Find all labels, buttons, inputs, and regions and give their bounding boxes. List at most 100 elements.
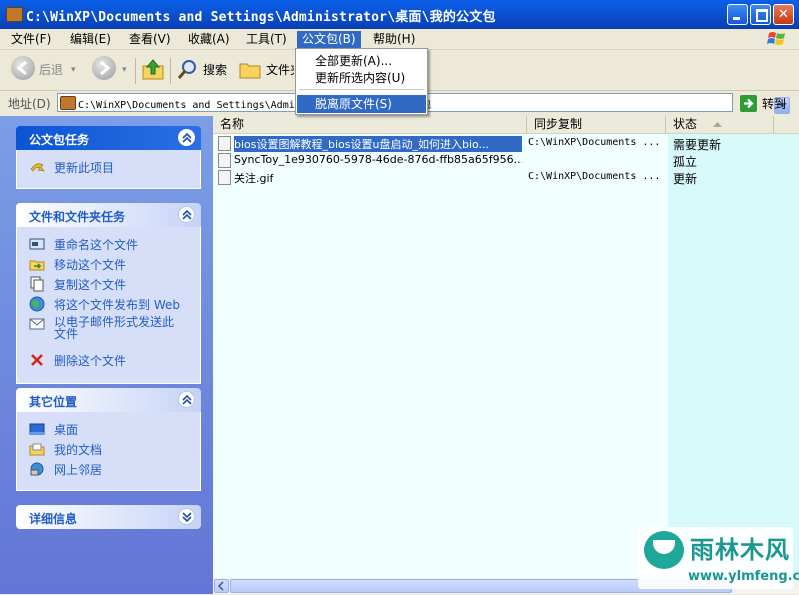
- globe-icon: [29, 296, 45, 312]
- maximize-button[interactable]: [750, 4, 771, 25]
- image-file-icon: [218, 170, 231, 185]
- task-label: 重命名这个文件: [54, 238, 139, 252]
- menu-favorites[interactable]: 收藏(A): [187, 31, 231, 48]
- task-label: 复制这个文件: [54, 278, 127, 292]
- briefcase-icon: [60, 96, 76, 110]
- delete-icon: [31, 354, 43, 366]
- search-icon[interactable]: [176, 58, 200, 82]
- folders-icon[interactable]: [238, 59, 262, 81]
- go-button-label[interactable]: 转到: [762, 95, 786, 112]
- file-tasks-panel: 文件和文件夹任务 重命名这个文件 移动这个文件 复制这个文件 将这个文件发布到 …: [16, 203, 201, 384]
- panel-title: 其它位置: [29, 395, 78, 409]
- briefcase-menu-dropdown: 全部更新(A)... 更新所选内容(U) 脱离原文件(S): [295, 48, 428, 115]
- minimize-button[interactable]: [727, 4, 748, 25]
- task-label: 更新此项目: [54, 161, 115, 175]
- toolbar-separator: [135, 58, 136, 84]
- watermark-url: www.ylmfeng.com: [688, 569, 799, 584]
- panel-header[interactable]: 其它位置: [16, 388, 201, 412]
- chevron-left-icon: [217, 581, 224, 591]
- forward-arrow-icon[interactable]: [92, 56, 116, 80]
- file-name[interactable]: bios设置图解教程_bios设置u盘启动_如何进入bio...: [234, 136, 522, 152]
- file-name[interactable]: 关注.gif: [234, 170, 522, 186]
- move-icon: [29, 260, 45, 271]
- file-status: 更新: [673, 172, 698, 186]
- briefcase-tasks-panel: 公文包任务 更新此项目: [16, 126, 201, 189]
- minimize-icon: [728, 5, 747, 24]
- menu-item-split-from-original[interactable]: 脱离原文件(S): [297, 95, 426, 113]
- file-sync-copy: C:\WinXP\Documents ...: [528, 171, 661, 182]
- copy-icon: [30, 276, 44, 292]
- sort-ascending-icon: [713, 122, 722, 127]
- column-header-status[interactable]: 状态: [666, 116, 774, 134]
- file-icon: [218, 136, 231, 151]
- column-header-sync[interactable]: 同步复制: [527, 116, 666, 134]
- table-row[interactable]: SyncToy_1e930760-5978-46de-876d-ffb85a65…: [213, 152, 799, 169]
- panel-header[interactable]: 文件和文件夹任务: [16, 203, 201, 227]
- menu-edit[interactable]: 编辑(E): [69, 31, 112, 48]
- panel-title: 公文包任务: [29, 133, 90, 147]
- dat-file-icon: [218, 153, 231, 168]
- collapse-chevron-icon[interactable]: [178, 206, 195, 223]
- file-name[interactable]: SyncToy_1e930760-5978-46de-876d-ffb85a65…: [234, 153, 522, 166]
- back-button-label[interactable]: 后退: [39, 56, 63, 84]
- desktop-icon: [29, 423, 45, 435]
- menu-file[interactable]: 文件(F): [10, 31, 52, 48]
- watermark: 雨林木风 www.ylmfeng.com: [638, 527, 799, 589]
- briefcase-icon: [6, 7, 23, 22]
- menu-separator: [299, 89, 424, 90]
- file-status: 需要更新: [673, 138, 722, 152]
- collapse-chevron-icon[interactable]: [178, 129, 195, 146]
- menu-view[interactable]: 查看(V): [128, 31, 172, 48]
- expand-chevron-icon[interactable]: [178, 508, 195, 525]
- task-label: 将这个文件发布到 Web: [54, 298, 180, 312]
- collapse-chevron-icon[interactable]: [178, 391, 195, 408]
- scroll-left-button[interactable]: [214, 579, 229, 593]
- task-label: 删除这个文件: [54, 354, 127, 368]
- file-status: 孤立: [673, 155, 698, 169]
- windows-logo-icon: [767, 32, 785, 45]
- title-bar[interactable]: C:\WinXP\Documents and Settings\Administ…: [0, 0, 799, 29]
- menu-item-update-all[interactable]: 全部更新(A)...: [297, 52, 426, 70]
- other-places-panel: 其它位置 桌面 我的文档 网上邻居: [16, 388, 201, 491]
- update-icon: [30, 163, 45, 172]
- go-arrow-icon[interactable]: [740, 95, 757, 112]
- column-header-name[interactable]: 名称: [213, 116, 527, 134]
- file-list[interactable]: 名称 同步复制 状态 bios设置图解教程_bios设置u盘启动_如何进入bio…: [213, 116, 799, 594]
- task-pane: 公文包任务 更新此项目 文件和文件夹任务 重命名这个文件 移动这个文件 复制这个…: [0, 116, 213, 594]
- file-sync-copy: C:\WinXP\Documents ...: [528, 137, 661, 148]
- menu-briefcase[interactable]: 公文包(B): [297, 31, 361, 48]
- menu-item-update-selection[interactable]: 更新所选内容(U): [297, 69, 426, 87]
- window-title: C:\WinXP\Documents and Settings\Administ…: [26, 10, 496, 25]
- column-header-empty: [774, 116, 799, 134]
- up-folder-icon[interactable]: [141, 58, 165, 82]
- rename-icon: [29, 238, 45, 250]
- search-button-label[interactable]: 搜索: [203, 56, 227, 84]
- place-label: 我的文档: [54, 443, 103, 457]
- network-icon: [30, 462, 44, 476]
- list-background: [213, 134, 668, 578]
- panel-header[interactable]: 详细信息: [16, 505, 201, 529]
- watermark-logo-icon: [644, 531, 684, 569]
- menu-tools[interactable]: 工具(T): [245, 31, 288, 48]
- close-icon: ✕: [778, 7, 789, 22]
- maximize-icon: [751, 5, 770, 24]
- panel-header[interactable]: 公文包任务: [16, 126, 201, 150]
- my-documents-icon: [29, 443, 45, 456]
- menu-bar: 文件(F) 编辑(E) 查看(V) 收藏(A) 工具(T) 公文包(B) 帮助(…: [0, 29, 799, 50]
- back-arrow-icon[interactable]: [11, 56, 35, 80]
- sorted-column-background: [668, 134, 799, 578]
- folders-button-label[interactable]: 文件夹: [266, 56, 294, 84]
- close-button[interactable]: ✕: [773, 4, 794, 25]
- place-label: 桌面: [54, 423, 79, 437]
- toolbar-separator: [170, 58, 171, 84]
- forward-dropdown-icon[interactable]: ▾: [122, 56, 127, 84]
- table-row[interactable]: bios设置图解教程_bios设置u盘启动_如何进入bio... C:\WinX…: [213, 135, 799, 152]
- menu-help[interactable]: 帮助(H): [372, 31, 416, 48]
- panel-title: 文件和文件夹任务: [29, 210, 126, 224]
- address-label: 地址(D): [8, 97, 51, 111]
- email-icon: [29, 318, 45, 330]
- table-row[interactable]: 关注.gif C:\WinXP\Documents ... 更新: [213, 169, 799, 186]
- back-dropdown-icon[interactable]: ▾: [71, 56, 76, 84]
- watermark-brand: 雨林木风: [690, 536, 790, 564]
- place-label: 网上邻居: [54, 463, 103, 477]
